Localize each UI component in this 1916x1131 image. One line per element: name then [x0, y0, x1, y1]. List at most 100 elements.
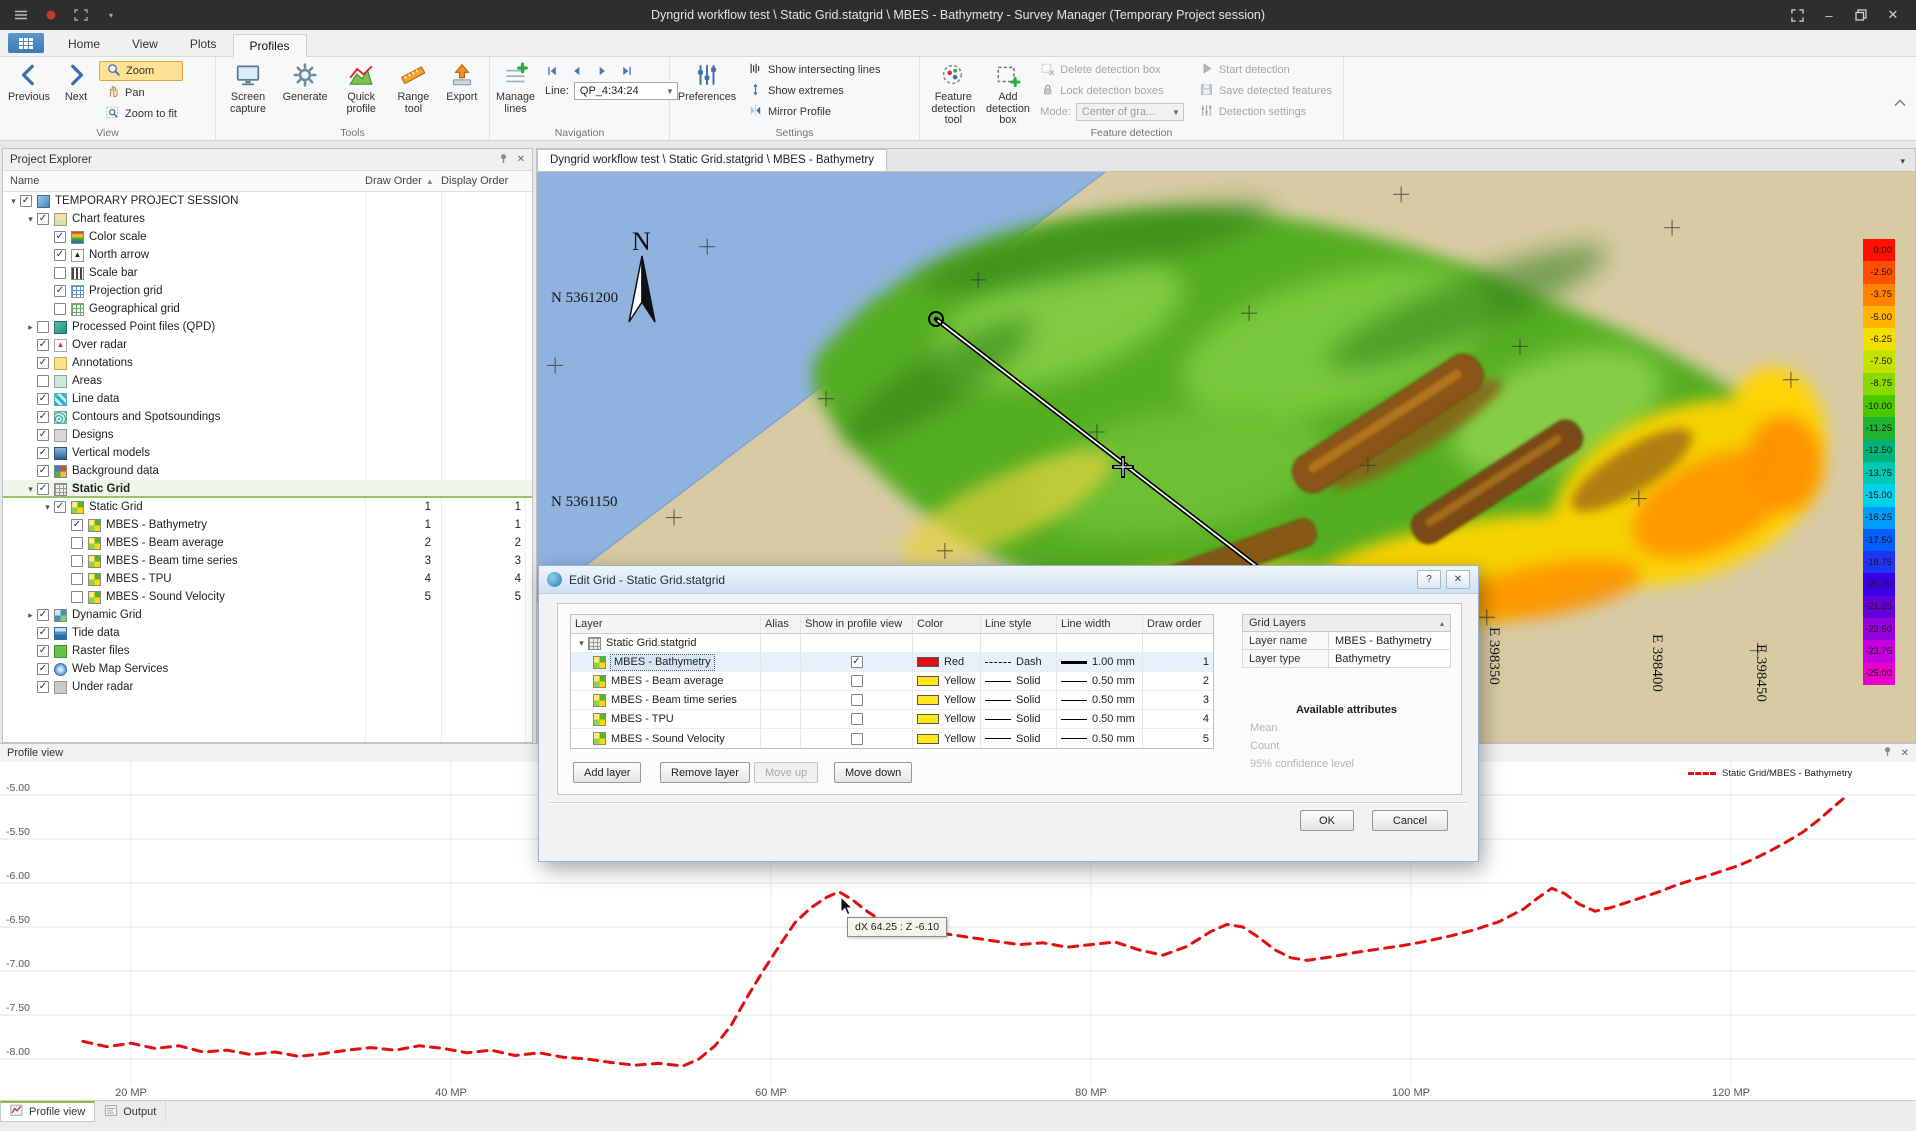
button-pan[interactable]: Pan	[99, 84, 183, 102]
button-export[interactable]: Export	[440, 58, 484, 121]
close-panel-icon[interactable]: ✕	[517, 154, 525, 165]
chevron-down-icon[interactable]: ▾	[575, 638, 588, 649]
line-width-cell[interactable]: 0.50 mm	[1057, 710, 1143, 728]
tab-profiles[interactable]: Profiles	[233, 34, 307, 57]
tree-item-vertical-models[interactable]: ✓Vertical models	[3, 444, 532, 462]
color-cell[interactable]: Yellow	[913, 672, 981, 690]
color-cell[interactable]: Yellow	[913, 729, 981, 748]
table-row-parent[interactable]: ▾Static Grid.statgrid	[571, 634, 1213, 653]
close-button[interactable]: ✕	[1880, 5, 1906, 25]
pin-icon[interactable]	[498, 153, 509, 167]
button-screen-capture[interactable]: Screen capture	[221, 58, 275, 121]
table-row-mbes-sound-velocity[interactable]: MBES - Sound VelocityYellowSolid0.50 mm5	[571, 729, 1213, 748]
line-width-cell[interactable]: 0.50 mm	[1057, 691, 1143, 709]
tree-item-dynamic-grid[interactable]: ▸✓Dynamic Grid	[3, 606, 532, 624]
tree-item-processed-point-files-qpd[interactable]: ▸Processed Point files (QPD)	[3, 318, 532, 336]
button-save-detected-features[interactable]: Save detected features	[1193, 82, 1338, 100]
column-header-draw-order[interactable]: Draw Order▲	[365, 175, 441, 187]
checkbox[interactable]	[851, 733, 863, 745]
color-cell[interactable]: Yellow	[913, 691, 981, 709]
checkbox[interactable]: ✓	[54, 285, 66, 297]
pin-icon[interactable]	[1882, 746, 1893, 760]
record-icon[interactable]	[42, 7, 60, 23]
cancel-button[interactable]: Cancel	[1372, 810, 1448, 831]
tree-item-chart-features[interactable]: ▾✓Chart features	[3, 210, 532, 228]
fullscreen-button[interactable]	[1784, 5, 1810, 25]
statusbar-tab-profile-view[interactable]: Profile view	[0, 1101, 95, 1122]
tree-item-mbes-beam-time-series[interactable]: MBES - Beam time series33	[3, 552, 532, 570]
column-header-name[interactable]: Name	[3, 175, 365, 187]
checkbox[interactable]: ✓	[851, 656, 863, 668]
ribbon-collapse-button[interactable]	[1894, 96, 1906, 110]
app-settings-icon[interactable]	[12, 7, 30, 23]
statusbar-tab-output[interactable]: Output	[95, 1101, 166, 1122]
checkbox[interactable]	[851, 713, 863, 725]
button-delete-detection-box[interactable]: Delete detection box	[1034, 61, 1190, 79]
tree-item-line-data[interactable]: ✓Line data	[3, 390, 532, 408]
tree-item-web-map-services[interactable]: ✓Web Map Services	[3, 660, 532, 678]
checkbox[interactable]: ✓	[20, 195, 32, 207]
checkbox[interactable]: ✓	[37, 339, 49, 351]
line-style-cell[interactable]: Solid	[981, 729, 1057, 748]
checkbox[interactable]: ✓	[37, 681, 49, 693]
tree-item-raster-files[interactable]: ✓Raster files	[3, 642, 532, 660]
checkbox[interactable]	[71, 555, 83, 567]
table-row-mbes-beam-time-series[interactable]: MBES - Beam time seriesYellowSolid0.50 m…	[571, 691, 1213, 710]
tab-list-caret-icon[interactable]: ▾	[1900, 156, 1915, 171]
tree-item-designs[interactable]: ✓Designs	[3, 426, 532, 444]
column-header-alias[interactable]: Alias	[761, 615, 801, 633]
line-width-cell[interactable]: 1.00 mm	[1057, 653, 1143, 671]
button-add-detection-box[interactable]: Add detection box	[985, 58, 1032, 121]
attribute-item[interactable]: Count	[1250, 740, 1445, 752]
line-select[interactable]: QP_4:34:24▼	[574, 82, 678, 100]
move-up-button[interactable]: Move up	[754, 762, 818, 783]
column-header-draw-order[interactable]: Draw order	[1143, 615, 1213, 633]
tree-item-static-grid[interactable]: ▾✓Static Grid	[3, 480, 532, 498]
tree-item-north-arrow[interactable]: ✓▲North arrow	[3, 246, 532, 264]
column-header-line-width[interactable]: Line width	[1057, 615, 1143, 633]
checkbox[interactable]: ✓	[71, 519, 83, 531]
dialog-title-bar[interactable]: Edit Grid - Static Grid.statgrid ? ✕	[539, 566, 1478, 594]
button-mirror-profile[interactable]: Mirror Profile	[742, 103, 887, 121]
tree-item-color-scale[interactable]: ✓Color scale	[3, 228, 532, 246]
tab-plots[interactable]: Plots	[174, 33, 233, 56]
checkbox[interactable]: ✓	[37, 393, 49, 405]
dialog-close-button[interactable]: ✕	[1446, 570, 1470, 589]
remove-layer-button[interactable]: Remove layer	[660, 762, 750, 783]
checkbox[interactable]: ✓	[37, 213, 49, 225]
tree-item-areas[interactable]: Areas	[3, 372, 532, 390]
checkbox[interactable]: ✓	[37, 645, 49, 657]
tab-home[interactable]: Home	[52, 33, 116, 56]
tree-item-over-radar[interactable]: ✓▲Over radar	[3, 336, 532, 354]
table-row-mbes-beam-average[interactable]: MBES - Beam averageYellowSolid0.50 mm2	[571, 672, 1213, 691]
tree-item-background-data[interactable]: ✓Background data	[3, 462, 532, 480]
line-style-cell[interactable]: Dash	[981, 653, 1057, 671]
mode-select[interactable]: Center of gra...▼	[1076, 103, 1184, 121]
button-preferences[interactable]: Preferences	[675, 58, 739, 121]
line-style-cell[interactable]: Solid	[981, 691, 1057, 709]
tree-item-mbes-sound-velocity[interactable]: MBES - Sound Velocity55	[3, 588, 532, 606]
collapse-icon[interactable]: ▴	[1440, 619, 1444, 628]
toolbar-options-caret-icon[interactable]: ▾	[102, 7, 120, 23]
tab-view[interactable]: View	[116, 33, 174, 56]
last-line-button[interactable]	[616, 62, 638, 79]
checkbox[interactable]: ✓	[37, 663, 49, 675]
table-row-mbes-bathymetry[interactable]: MBES - Bathymetry✓RedDash1.00 mm1	[571, 653, 1213, 672]
line-width-cell[interactable]: 0.50 mm	[1057, 672, 1143, 690]
close-panel-icon[interactable]: ✕	[1901, 748, 1909, 759]
dialog-help-button[interactable]: ?	[1417, 570, 1441, 589]
grid-layers-header[interactable]: Grid Layers ▴	[1242, 614, 1451, 632]
checkbox[interactable]	[851, 675, 863, 687]
chevron-right-icon[interactable]: ▸	[24, 322, 37, 333]
tree-item-scale-bar[interactable]: Scale bar	[3, 264, 532, 282]
line-width-cell[interactable]: 0.50 mm	[1057, 729, 1143, 748]
table-row-mbes-tpu[interactable]: MBES - TPUYellowSolid0.50 mm4	[571, 710, 1213, 729]
app-menu-button[interactable]	[8, 33, 44, 53]
button-range-tool[interactable]: Range tool	[390, 58, 436, 121]
checkbox[interactable]: ✓	[37, 483, 49, 495]
button-zoom-to-fit[interactable]: Zoom to fit	[99, 105, 183, 123]
checkbox[interactable]	[37, 321, 49, 333]
column-header-line-style[interactable]: Line style	[981, 615, 1057, 633]
button-show-extremes[interactable]: Show extremes	[742, 82, 887, 100]
button-generate[interactable]: Generate	[278, 58, 332, 121]
